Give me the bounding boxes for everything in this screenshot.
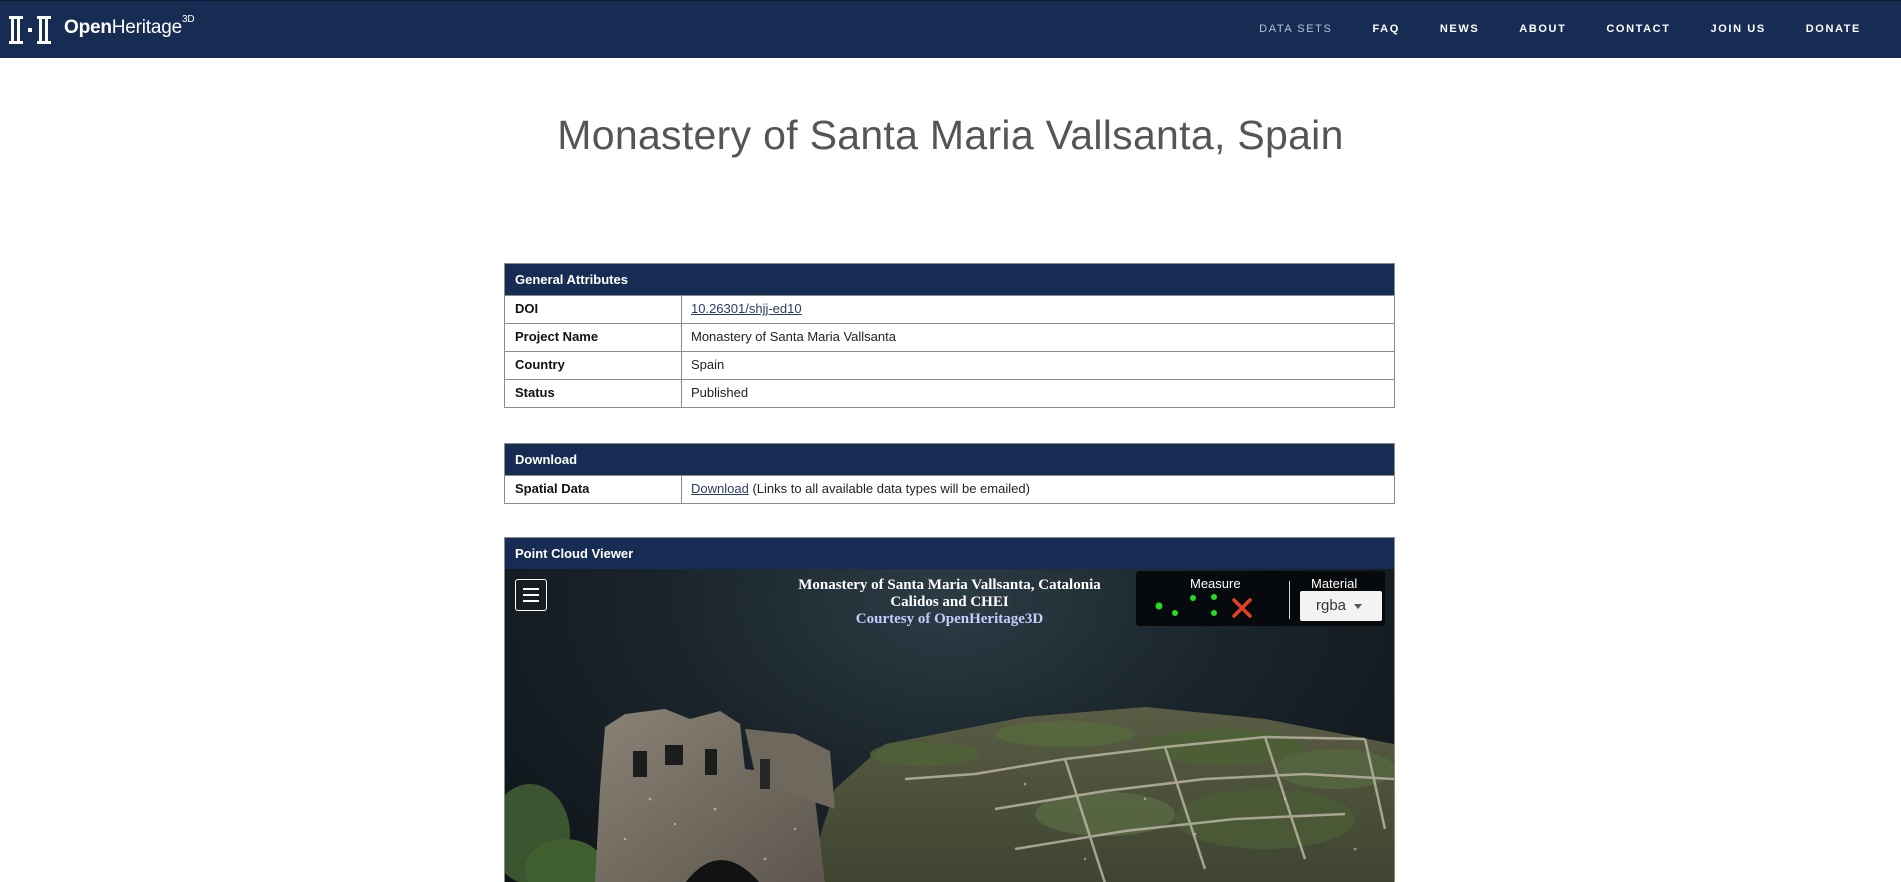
area-measure-icon[interactable] (1207, 593, 1221, 624)
table-row: Country Spain (505, 351, 1394, 379)
nav-about[interactable]: ABOUT (1519, 23, 1566, 35)
general-attributes-table: General Attributes DOI 10.26301/shjj-ed1… (504, 263, 1395, 408)
chevron-down-icon (1354, 604, 1362, 609)
point-cloud-viewer-heading: Point Cloud Viewer (505, 538, 1394, 569)
download-link[interactable]: Download (691, 481, 749, 496)
table-row: DOI 10.26301/shjj-ed10 (505, 295, 1394, 323)
toolbar-divider (1289, 581, 1290, 619)
row-value-country: Spain (691, 357, 725, 372)
nav-contact[interactable]: CONTACT (1606, 23, 1670, 35)
row-key-status: Status (505, 380, 682, 407)
openheritage-logo[interactable]: OpenHeritage3D (8, 13, 195, 47)
nav-news[interactable]: NEWS (1440, 23, 1479, 35)
material-select-value: rgba (1316, 597, 1347, 614)
point-cloud-canvas[interactable]: Monastery of Santa Maria Vallsanta, Cata… (505, 569, 1394, 882)
row-key-spatial-data: Spatial Data (505, 476, 682, 503)
measure-label: Measure (1190, 576, 1241, 591)
row-key-doi: DOI (505, 296, 682, 323)
download-table: Download Spatial Data Download (Links to… (504, 443, 1395, 504)
material-label: Material (1311, 576, 1358, 591)
table-row: Spatial Data Download (Links to all avai… (505, 475, 1394, 503)
point-measure-icon[interactable] (1153, 599, 1165, 617)
material-select[interactable]: rgba (1300, 591, 1382, 621)
point-cloud-viewer-panel: Point Cloud Viewer Monastery of Santa Ma… (504, 537, 1395, 882)
nav-donate[interactable]: DONATE (1806, 23, 1861, 35)
row-value-project-name: Monastery of Santa Maria Vallsanta (691, 329, 896, 344)
doi-link[interactable]: 10.26301/shjj-ed10 (691, 301, 802, 316)
download-heading: Download (505, 444, 1394, 475)
row-value-spatial-data: Download (Links to all available data ty… (682, 476, 1030, 503)
viewer-toolbar: Measure Material rgba (1136, 571, 1385, 626)
main-nav: DATA SETS FAQ NEWS ABOUT CONTACT JOIN US… (1219, 1, 1861, 57)
logo-mark-icon (8, 13, 58, 47)
row-value-doi: 10.26301/shjj-ed10 (682, 296, 802, 323)
row-key-project-name: Project Name (505, 324, 682, 351)
clear-measurements-icon[interactable] (1231, 597, 1253, 624)
row-key-country: Country (505, 352, 682, 379)
general-attributes-heading: General Attributes (505, 264, 1394, 295)
nav-faq[interactable]: FAQ (1372, 23, 1399, 35)
table-row: Status Published (505, 379, 1394, 407)
logo-wordmark: OpenHeritage3D (64, 13, 195, 38)
row-value-status: Published (691, 385, 749, 400)
top-navigation-bar: OpenHeritage3D DATA SETS FAQ NEWS ABOUT … (0, 0, 1901, 58)
nav-data-sets[interactable]: DATA SETS (1259, 23, 1332, 35)
distance-measure-icon[interactable] (1169, 594, 1199, 623)
nav-join-us[interactable]: JOIN US (1711, 23, 1766, 35)
page-title: Monastery of Santa Maria Vallsanta, Spai… (557, 112, 1344, 158)
table-row: Project Name Monastery of Santa Maria Va… (505, 323, 1394, 351)
download-note: (Links to all available data types will … (748, 481, 1030, 496)
